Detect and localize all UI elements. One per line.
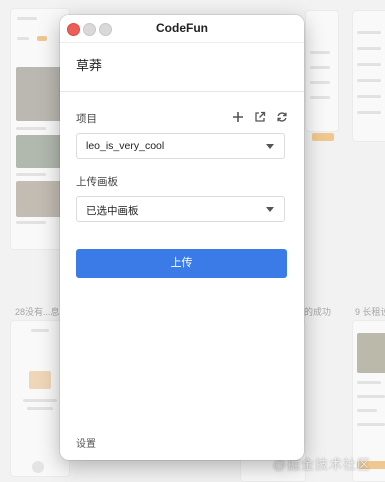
settings-link[interactable]: 设置 <box>76 435 96 450</box>
add-icon[interactable] <box>232 111 244 123</box>
codefun-window: CodeFun 草莽 项目 leo_is_very_cool 上传画板 已选中画… <box>60 15 304 460</box>
header-divider <box>60 91 304 92</box>
upload-button[interactable]: 上传 <box>76 249 287 278</box>
username: 草莽 <box>76 58 103 73</box>
external-link-icon[interactable] <box>254 111 266 123</box>
title-bar[interactable]: CodeFun <box>60 15 304 43</box>
bg-label-left: 28没有...息 <box>15 307 60 317</box>
refresh-icon[interactable] <box>276 111 288 123</box>
bg-label-mid: 的成功 <box>304 307 332 317</box>
bg-orange-button <box>312 133 334 141</box>
board-select-value: 已选中画板 <box>86 205 139 217</box>
project-label: 项目 <box>76 113 97 125</box>
bg-strip <box>305 10 339 132</box>
board-select[interactable]: 已选中画板 <box>76 196 285 222</box>
project-select[interactable]: leo_is_very_cool <box>76 133 285 159</box>
chevron-down-icon <box>266 207 274 212</box>
bg-list-right <box>352 10 385 142</box>
project-actions <box>232 111 288 123</box>
window-title: CodeFun <box>156 21 208 35</box>
board-label: 上传画板 <box>76 176 118 188</box>
project-select-value: leo_is_very_cool <box>86 140 165 152</box>
bg-label-right: 9 长租设 <box>355 307 385 317</box>
chevron-down-icon <box>266 144 274 149</box>
